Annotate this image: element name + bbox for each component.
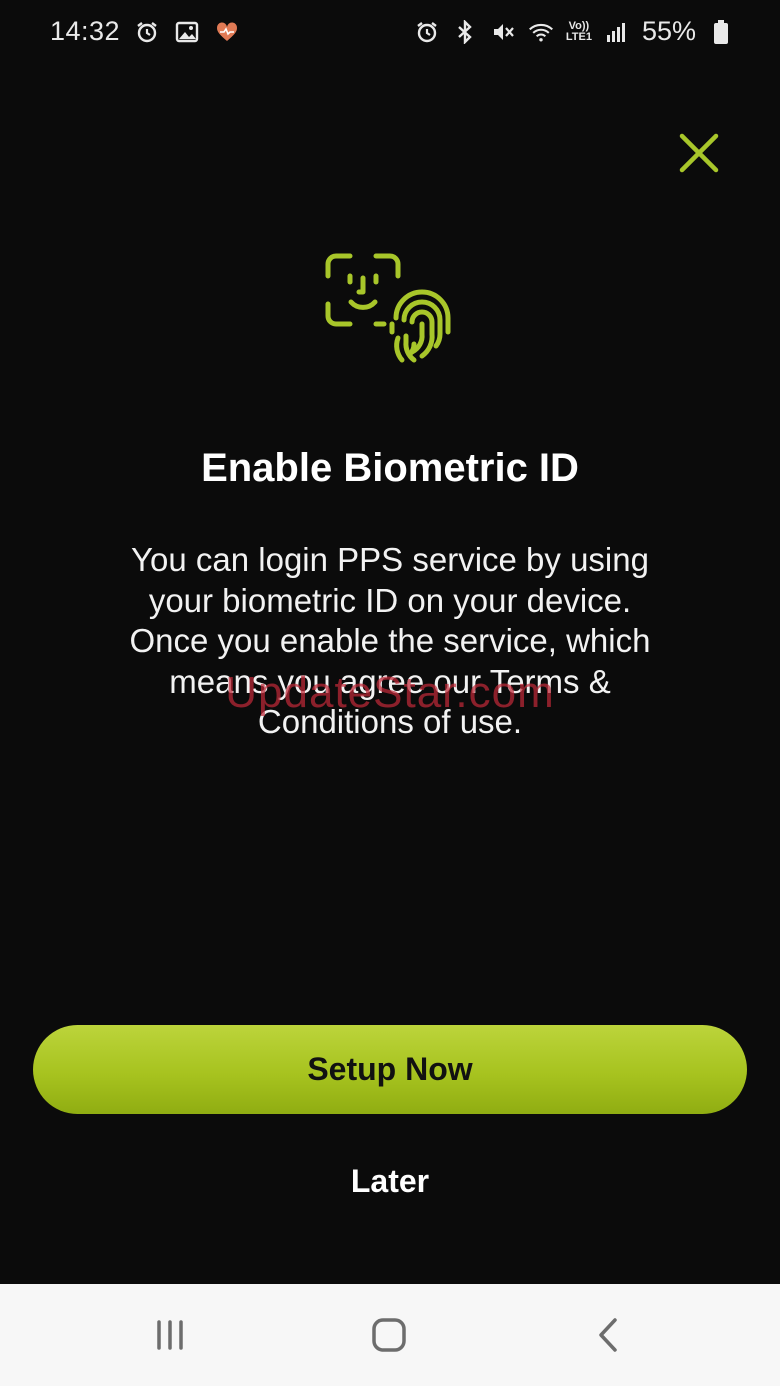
status-left: 14:32 — [50, 16, 240, 47]
alarm-icon — [134, 19, 160, 45]
recent-apps-icon — [157, 1320, 183, 1350]
dialog-description: You can login PPS service by using your … — [129, 541, 651, 740]
volte-label-bottom: LTE1 — [565, 30, 592, 43]
volte-label-top: Vo)) — [568, 19, 590, 32]
status-bar: 14:32 Vo)) LTE1 55% — [0, 0, 780, 64]
status-time: 14:32 — [50, 16, 121, 46]
bluetooth-icon — [452, 19, 478, 45]
mute-icon — [490, 19, 516, 45]
back-button[interactable] — [578, 1310, 638, 1360]
setup-now-button[interactable]: Setup Now — [33, 1025, 747, 1114]
battery-percent: 55% — [641, 16, 696, 46]
signal-icon — [604, 19, 630, 45]
back-icon — [599, 1318, 617, 1352]
dialog-title: Enable Biometric ID — [201, 446, 579, 490]
battery-icon — [708, 19, 734, 45]
close-button[interactable] — [674, 128, 724, 178]
volte-icon: Vo)) LTE1 — [565, 19, 592, 43]
later-button[interactable]: Later — [290, 1156, 490, 1206]
alarm-icon — [414, 19, 440, 45]
health-icon — [214, 19, 240, 45]
system-nav-bar — [0, 1284, 780, 1386]
close-icon — [679, 133, 719, 173]
wifi-icon — [528, 19, 554, 45]
recent-apps-button[interactable] — [140, 1310, 200, 1360]
home-icon — [372, 1318, 406, 1352]
face-fingerprint-icon — [320, 248, 460, 383]
home-button[interactable] — [359, 1310, 419, 1360]
gallery-icon — [174, 19, 200, 45]
status-right: Vo)) LTE1 55% — [414, 16, 734, 47]
